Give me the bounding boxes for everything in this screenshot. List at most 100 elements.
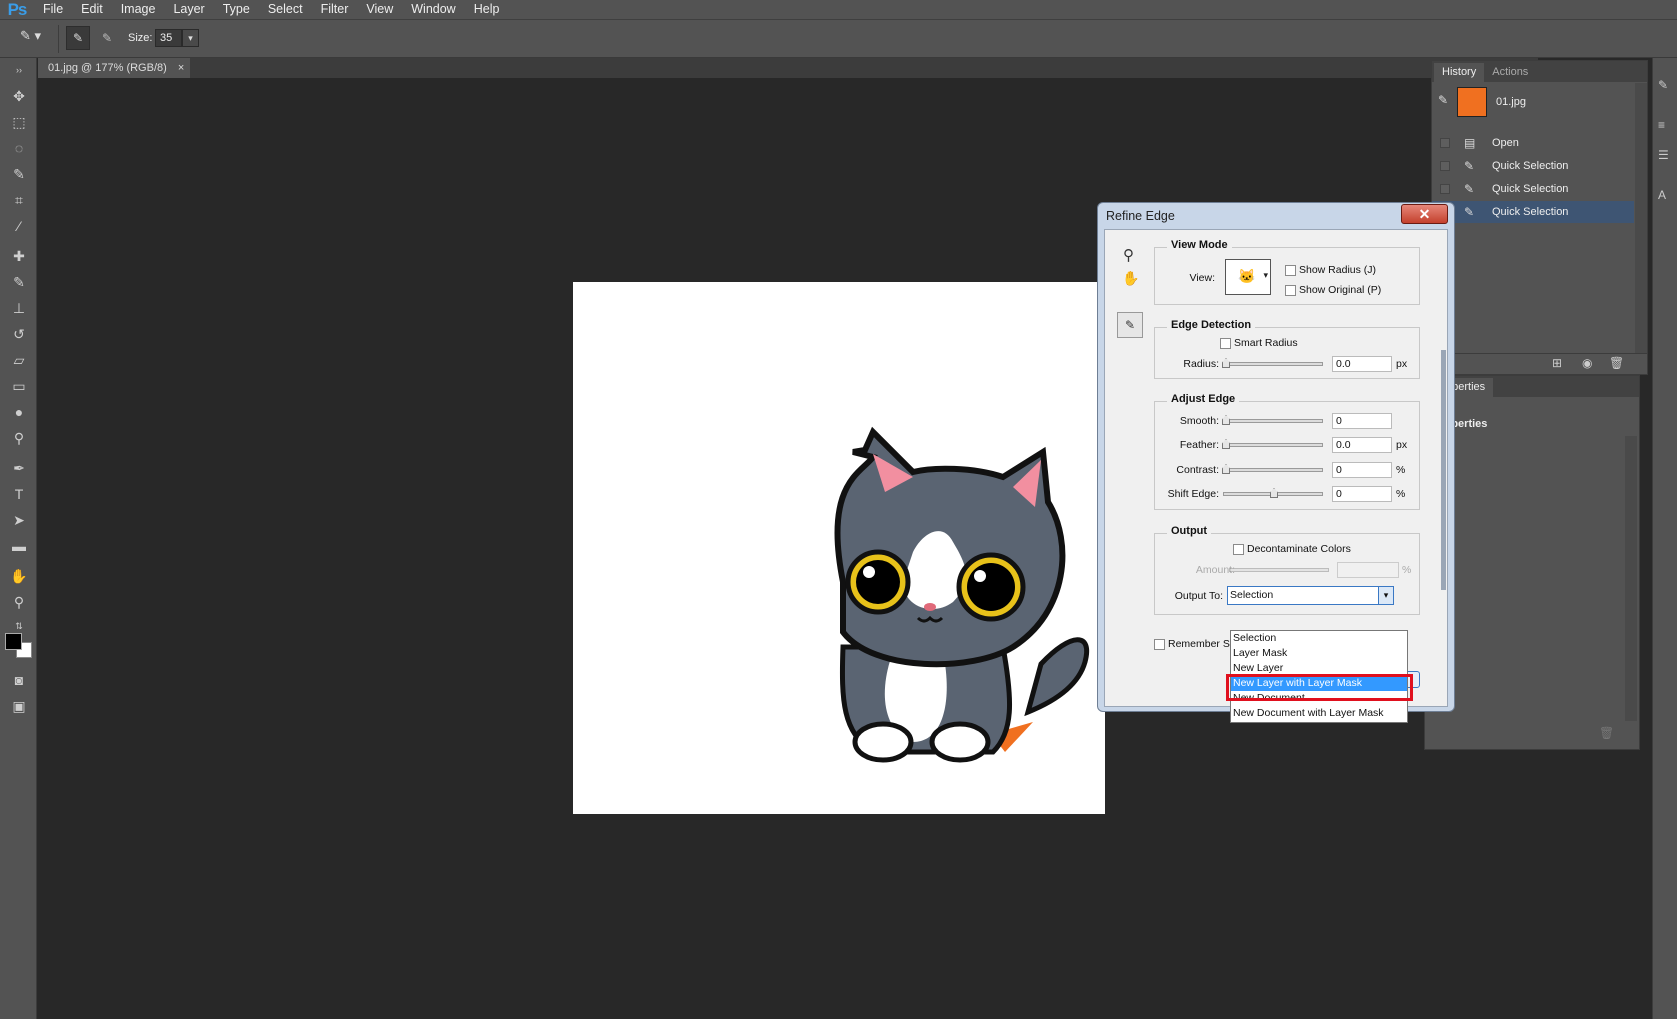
clone-stamp-tool-icon[interactable]: ⊥ (7, 298, 31, 318)
history-snapshot-row[interactable]: ✎ 01.jpg (1432, 83, 1634, 121)
option-selection[interactable]: Selection (1231, 631, 1407, 646)
zoom-icon[interactable]: ⚲ (1123, 246, 1134, 264)
decontaminate-colors-checkbox[interactable] (1233, 544, 1244, 555)
slider-thumb[interactable] (1270, 488, 1278, 498)
menu-image[interactable]: Image (112, 0, 165, 19)
menu-help[interactable]: Help (465, 0, 509, 19)
radius-slider[interactable] (1222, 358, 1323, 368)
history-item[interactable]: ▤ Open (1432, 132, 1634, 154)
history-brush-tool-icon[interactable]: ↺ (7, 324, 31, 344)
radius-field[interactable]: 0.0 (1332, 356, 1392, 372)
brush-size-dropdown-icon[interactable]: ▾ (182, 29, 199, 47)
menu-view[interactable]: View (357, 0, 402, 19)
marquee-tool-icon[interactable]: ⬚ (7, 112, 31, 132)
show-radius-label: Show Radius (J) (1299, 264, 1377, 276)
smart-radius-checkbox[interactable] (1220, 338, 1231, 349)
type-tool-icon[interactable]: T (7, 484, 31, 504)
feather-slider[interactable] (1222, 439, 1323, 449)
menu-file[interactable]: File (34, 0, 72, 19)
menu-layer[interactable]: Layer (164, 0, 213, 19)
history-item[interactable]: ✎ Quick Selection (1432, 155, 1634, 177)
crop-tool-icon[interactable]: ⌗ (7, 190, 31, 210)
quick-mask-icon[interactable]: ◙ (7, 670, 31, 690)
smooth-slider[interactable] (1222, 415, 1323, 425)
menu-type[interactable]: Type (214, 0, 259, 19)
eraser-tool-icon[interactable]: ▱ (7, 350, 31, 370)
view-mode-title: View Mode (1167, 239, 1232, 251)
collapse-icon[interactable]: ›› (7, 60, 31, 80)
hand-icon[interactable]: ✋ (1122, 270, 1139, 287)
hand-tool-icon[interactable]: ✋ (7, 566, 31, 586)
menu-filter[interactable]: Filter (312, 0, 358, 19)
output-to-select[interactable]: Selection ▾ (1227, 586, 1394, 605)
history-item-selected[interactable]: ✎ Quick Selection (1432, 201, 1634, 223)
shift-edge-label: Shift Edge: (1167, 488, 1219, 500)
foreground-color-swatch[interactable] (5, 633, 22, 650)
show-radius-checkbox[interactable] (1285, 265, 1296, 276)
smooth-field[interactable]: 0 (1332, 413, 1392, 429)
rectangle-tool-icon[interactable]: ▬ (7, 536, 31, 556)
slider-thumb[interactable] (1222, 415, 1230, 425)
history-item[interactable]: ✎ Quick Selection (1432, 178, 1634, 200)
path-selection-tool-icon[interactable]: ➤ (7, 510, 31, 530)
show-original-checkbox[interactable] (1285, 285, 1296, 296)
amount-field (1337, 562, 1399, 578)
chevron-down-icon[interactable]: ▾ (1378, 587, 1393, 604)
shift-edge-field[interactable]: 0 (1332, 486, 1392, 502)
quick-selection-icon: ✎ (1464, 205, 1475, 219)
gradient-tool-icon[interactable]: ▭ (7, 376, 31, 396)
trash-icon[interactable]: 🗑 (1599, 726, 1614, 740)
lasso-tool-icon[interactable]: ◌ (7, 138, 31, 158)
history-panel-scrollbar[interactable] (1635, 83, 1647, 353)
document-tab[interactable]: 01.jpg @ 177% (RGB/8) × (38, 58, 190, 78)
dock-icon[interactable]: ✎ (1658, 78, 1668, 92)
history-item-checkbox[interactable] (1440, 138, 1450, 148)
add-to-selection-brush-icon[interactable]: ✎ (95, 26, 119, 50)
document-tab-close-icon[interactable]: × (178, 62, 184, 74)
slider-thumb[interactable] (1222, 358, 1230, 368)
new-document-from-state-icon[interactable]: ⊞ (1552, 356, 1562, 370)
document-canvas[interactable] (573, 282, 1105, 814)
refine-radius-tool-icon[interactable]: ✎ (1117, 312, 1143, 338)
brush-tool-icon[interactable]: ✎ (7, 272, 31, 292)
dodge-tool-icon[interactable]: ⚲ (7, 428, 31, 448)
smart-radius-label: Smart Radius (1234, 337, 1298, 349)
contrast-field[interactable]: 0 (1332, 462, 1392, 478)
quick-selection-tool-icon[interactable]: ✎ (7, 164, 31, 184)
menu-window[interactable]: Window (402, 0, 464, 19)
move-tool-icon[interactable]: ✥ (7, 86, 31, 106)
feather-field[interactable]: 0.0 (1332, 437, 1392, 453)
dock-icon[interactable]: ≡ (1658, 118, 1665, 132)
slider-thumb[interactable] (1222, 439, 1230, 449)
history-item-checkbox[interactable] (1440, 161, 1450, 171)
trash-icon[interactable]: 🗑 (1609, 356, 1624, 370)
history-item-label: Quick Selection (1492, 183, 1569, 195)
view-mode-picker[interactable]: 🐱 ▾ (1225, 259, 1271, 295)
tab-actions[interactable]: Actions (1484, 63, 1536, 82)
slider-thumb[interactable] (1222, 464, 1230, 474)
brush-size-field[interactable]: 35 (155, 29, 182, 47)
zoom-tool-icon[interactable]: ⚲ (7, 592, 31, 612)
dock-icon[interactable]: ☰ (1658, 148, 1669, 162)
camera-icon[interactable]: ◉ (1582, 356, 1592, 370)
new-selection-brush-icon[interactable]: ✎ (66, 26, 90, 50)
menu-select[interactable]: Select (259, 0, 312, 19)
screen-mode-icon[interactable]: ▣ (7, 696, 31, 716)
menu-edit[interactable]: Edit (72, 0, 112, 19)
healing-brush-tool-icon[interactable]: ✚ (7, 246, 31, 266)
option-new-document-with-layer-mask[interactable]: New Document with Layer Mask (1231, 706, 1407, 721)
contrast-slider[interactable] (1222, 464, 1323, 474)
pen-tool-icon[interactable]: ✒ (7, 458, 31, 478)
dock-icon[interactable]: A (1658, 188, 1666, 202)
option-layer-mask[interactable]: Layer Mask (1231, 646, 1407, 661)
eyedropper-tool-icon[interactable]: ⁄ (7, 216, 31, 236)
remember-settings-checkbox[interactable] (1154, 639, 1165, 650)
tab-history[interactable]: History (1434, 63, 1485, 82)
history-item-checkbox[interactable] (1440, 184, 1450, 194)
properties-panel-scrollbar[interactable] (1625, 436, 1637, 721)
shift-edge-slider[interactable] (1223, 488, 1323, 498)
close-button[interactable]: ✕ (1401, 204, 1448, 224)
history-brush-source-icon[interactable]: ✎ (1438, 93, 1448, 107)
tool-preset-picker[interactable]: ✎ ▾ (20, 28, 54, 50)
blur-tool-icon[interactable]: ● (7, 402, 31, 422)
